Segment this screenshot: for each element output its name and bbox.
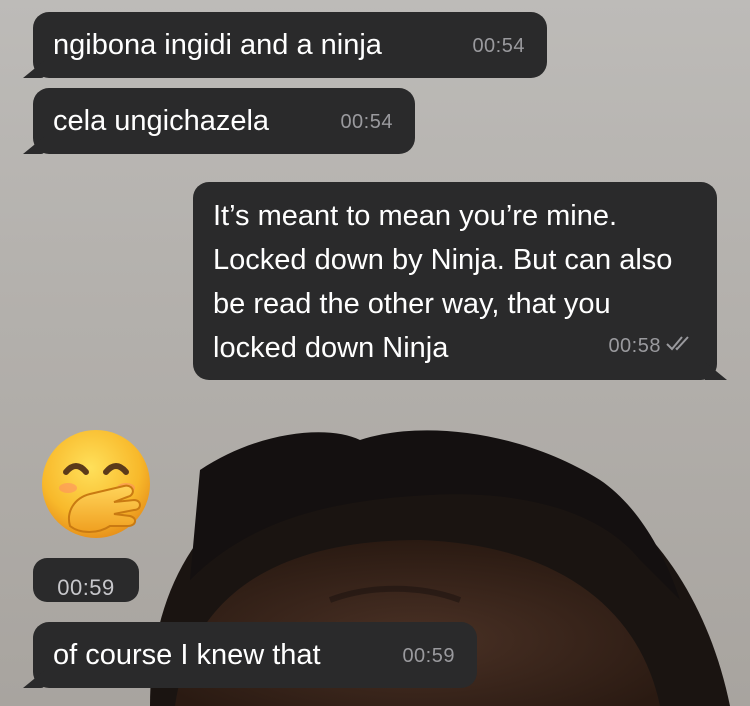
emoji-message[interactable] bbox=[40, 428, 152, 540]
message-bubble-incoming[interactable]: cela ungichazela 00:54 bbox=[33, 88, 415, 154]
message-timestamp-row: 00:58 bbox=[608, 324, 695, 368]
message-bubble-incoming[interactable]: ngibona ingidi and a ninja 00:54 bbox=[33, 12, 547, 78]
message-bubble-outgoing[interactable]: It’s meant to mean you’re mine. Locked d… bbox=[193, 182, 717, 380]
message-text: of course I knew that bbox=[53, 639, 321, 671]
message-timestamp: 00:59 bbox=[57, 575, 115, 600]
hand-over-mouth-emoji-icon bbox=[42, 430, 150, 538]
message-text: ngibona ingidi and a ninja bbox=[53, 29, 382, 61]
message-text: It’s meant to mean you’re mine. Locked d… bbox=[213, 200, 673, 364]
message-timestamp: 00:54 bbox=[340, 111, 393, 133]
message-timestamp: 00:54 bbox=[472, 35, 525, 57]
read-receipt-double-check-icon bbox=[666, 336, 689, 351]
message-timestamp: 00:59 bbox=[402, 645, 455, 667]
message-timestamp: 00:58 bbox=[608, 335, 661, 357]
message-bubble-incoming[interactable]: of course I knew that 00:59 bbox=[33, 622, 477, 688]
message-text: cela ungichazela bbox=[53, 105, 270, 137]
emoji-message-timestamp-pill: 00:59 bbox=[33, 558, 139, 602]
